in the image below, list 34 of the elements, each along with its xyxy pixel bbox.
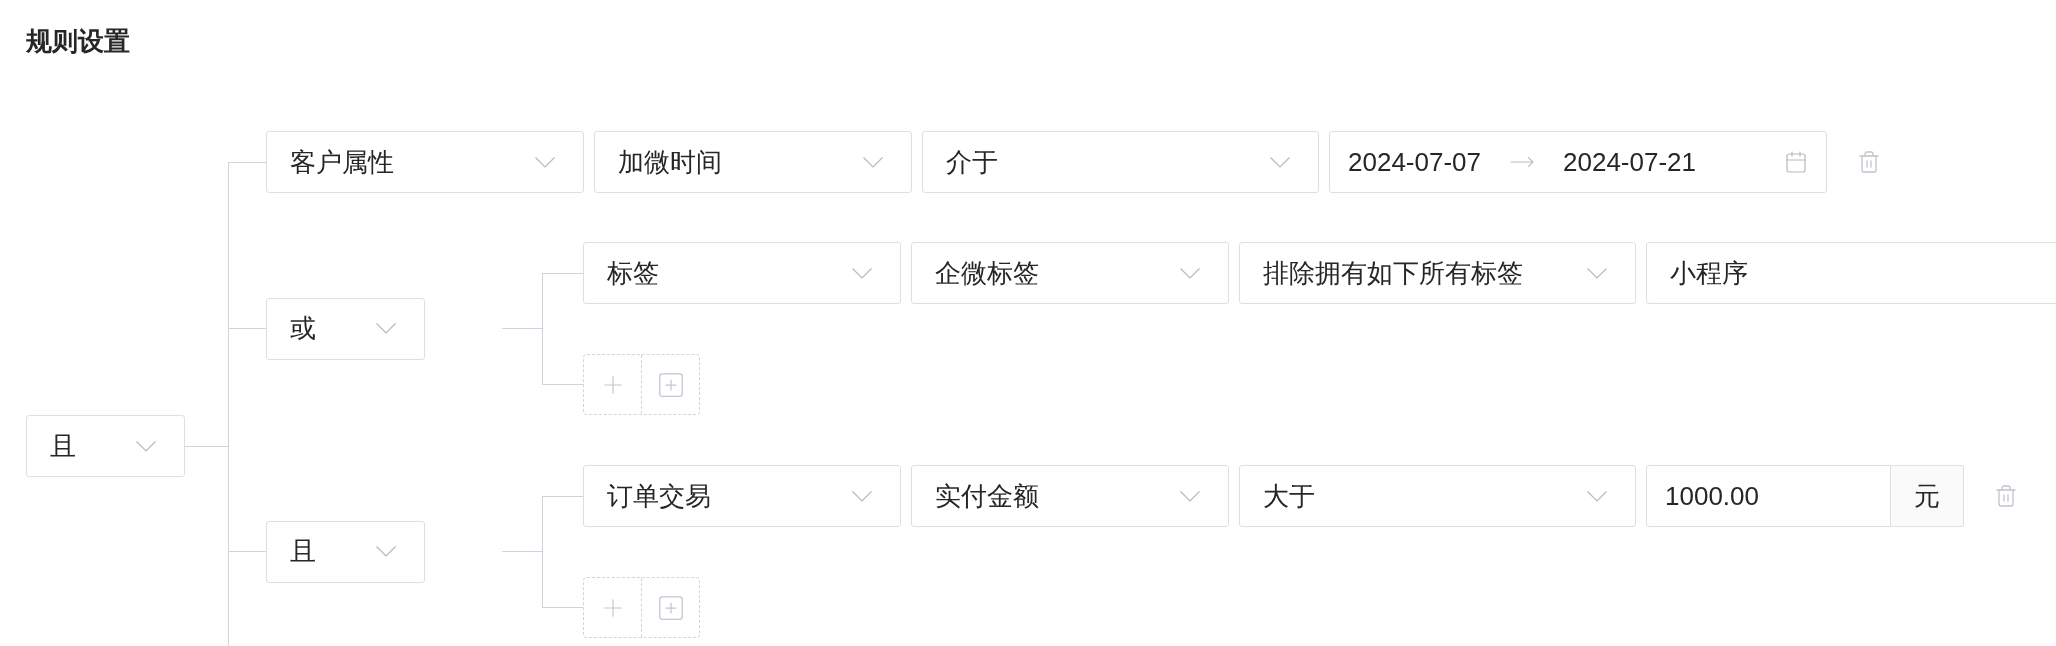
amount-field[interactable]: 1000.00: [1646, 465, 1891, 527]
chevron-down-icon: [535, 156, 555, 168]
chevron-down-icon: [136, 440, 156, 452]
chevron-down-icon: [376, 546, 396, 557]
select-field[interactable]: 或: [266, 297, 425, 360]
chevron-down-icon: [376, 323, 396, 334]
select-field[interactable]: 实付金额: [911, 465, 1229, 527]
select-field[interactable]: 标签: [583, 242, 901, 304]
select-field[interactable]: 大于: [1239, 465, 1636, 527]
section-title: 规则设置: [26, 28, 131, 54]
select-field[interactable]: 排除拥有如下所有标签: [1239, 242, 1636, 304]
chevron-down-icon: [1587, 267, 1607, 279]
chevron-down-icon: [1180, 267, 1200, 279]
chevron-down-icon: [852, 267, 872, 279]
select-field[interactable]: 且: [26, 415, 185, 477]
chevron-down-icon: [852, 490, 872, 502]
chevron-down-icon: [863, 156, 883, 168]
chevron-down-icon: [1180, 490, 1200, 502]
select-field[interactable]: 订单交易: [583, 465, 901, 527]
select-field[interactable]: 且: [266, 520, 425, 583]
select-field[interactable]: 企微标签: [911, 242, 1229, 304]
select-field[interactable]: 加微时间: [594, 131, 912, 193]
calendar-icon: [1784, 150, 1808, 174]
trash-icon[interactable]: [1994, 484, 2018, 508]
select-field[interactable]: 介于: [922, 131, 1319, 193]
date-range-field[interactable]: 2024-07-07 2024-07-21: [1329, 131, 1827, 193]
trash-icon[interactable]: [1857, 150, 1881, 174]
chevron-down-icon: [1587, 490, 1607, 502]
start-date: 2024-07-07: [1348, 145, 1481, 179]
tag-field[interactable]: 小程序: [1646, 242, 2056, 304]
end-date: 2024-07-21: [1563, 145, 1696, 179]
select-field[interactable]: 客户属性: [266, 131, 584, 193]
unit-addon: 元: [1891, 465, 1964, 527]
chevron-down-icon: [1270, 156, 1290, 168]
